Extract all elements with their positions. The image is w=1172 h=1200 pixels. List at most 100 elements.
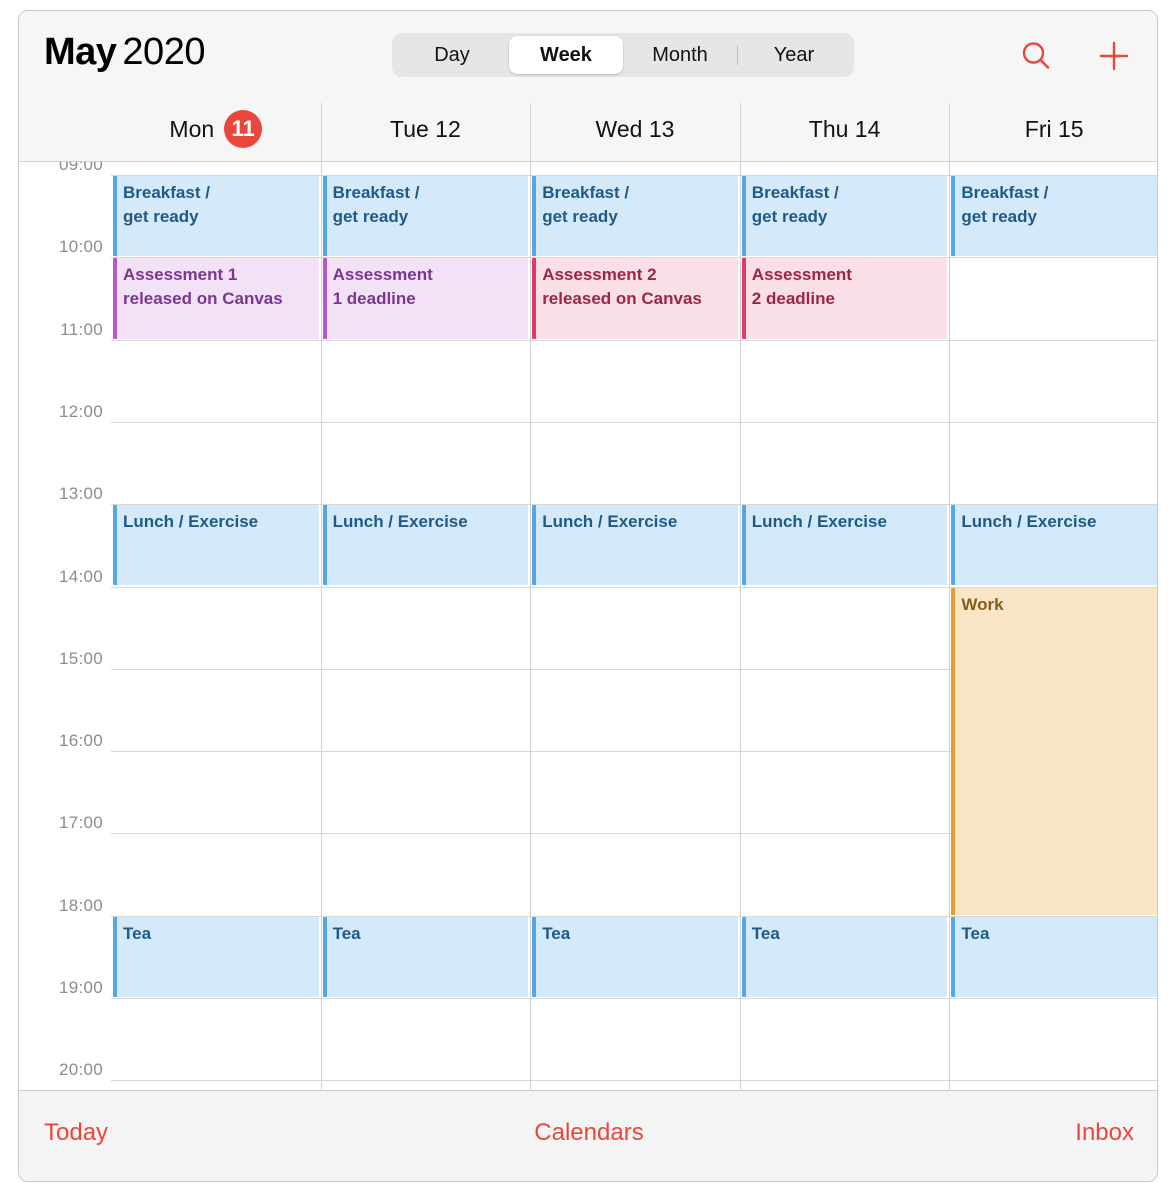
event-color-bar	[951, 505, 956, 586]
event-color-bar	[532, 176, 537, 257]
day-column-divider	[530, 162, 532, 1090]
view-segmented-control[interactable]: Day Week Month Year	[392, 33, 854, 77]
calendar-event[interactable]: Lunch / Exercise	[113, 505, 319, 586]
day-header-row: Mon 11 Tue 12 Wed 13 Thu 14 Fri 15	[19, 97, 1157, 162]
event-title: Lunch / Exercise	[961, 512, 1097, 532]
calendar-event[interactable]: Lunch / Exercise	[741, 505, 948, 586]
calendar-event[interactable]: Lunch / Exercise	[322, 505, 529, 586]
event-title: Assessment 2 deadline	[751, 265, 852, 309]
event-title: Breakfast / get ready	[961, 183, 1049, 227]
event-color-bar	[741, 176, 746, 257]
event-title: Tea	[332, 923, 361, 943]
event-title: Breakfast / get ready	[332, 183, 420, 227]
calendar-event[interactable]: Tea	[113, 916, 319, 997]
event-title: Lunch / Exercise	[332, 512, 468, 532]
day-header-label: Mon	[169, 115, 215, 142]
calendar-event[interactable]: Breakfast / get ready	[322, 176, 529, 257]
event-color-bar	[741, 505, 746, 586]
event-color-bar	[113, 916, 117, 997]
event-color-bar	[113, 505, 117, 586]
day-header-label: Tue 12	[390, 115, 461, 142]
calendar-event[interactable]: Breakfast / get ready	[532, 176, 738, 257]
hour-label: 14:00	[58, 566, 103, 586]
calendar-event[interactable]: Lunch / Exercise	[532, 505, 738, 586]
calendars-button[interactable]: Calendars	[19, 1119, 1157, 1147]
view-option-week[interactable]: Week	[509, 36, 623, 74]
event-title: Tea	[961, 923, 990, 943]
event-color-bar	[741, 916, 746, 997]
day-column-divider	[739, 162, 741, 1090]
day-header-wed[interactable]: Wed 13	[530, 97, 740, 161]
day-header-label: Fri 15	[1024, 115, 1084, 142]
day-column-divider	[530, 103, 532, 161]
event-color-bar	[951, 916, 956, 997]
view-option-year[interactable]: Year	[737, 36, 851, 74]
event-color-bar	[113, 258, 117, 339]
hour-gridline	[111, 339, 1157, 341]
day-header-mon[interactable]: Mon 11	[111, 97, 321, 161]
hour-label: 15:00	[58, 648, 103, 668]
event-title: Lunch / Exercise	[123, 512, 259, 532]
day-column-divider	[739, 103, 741, 161]
event-title: Assessment 1 released on Canvas	[123, 265, 283, 309]
event-color-bar	[951, 176, 956, 257]
inbox-button[interactable]: Inbox	[1075, 1119, 1134, 1147]
event-color-bar	[532, 258, 537, 339]
calendar-event[interactable]: Tea	[951, 916, 1157, 997]
calendar-event[interactable]: Tea	[322, 916, 529, 997]
hour-label: 19:00	[58, 978, 103, 997]
view-option-month[interactable]: Month	[623, 36, 738, 74]
hour-label: 09:00	[58, 162, 103, 174]
calendar-event[interactable]: Tea	[741, 916, 948, 997]
event-title: Tea	[542, 923, 571, 943]
event-title: Assessment 2 released on Canvas	[542, 265, 702, 309]
event-color-bar	[322, 258, 327, 339]
day-column-divider	[949, 103, 951, 161]
page-title: May 2020	[44, 31, 205, 74]
hour-label: 20:00	[58, 1060, 103, 1080]
calendar-event[interactable]: Tea	[532, 916, 738, 997]
calendar-event[interactable]: Breakfast / get ready	[741, 176, 948, 257]
calendar-event[interactable]: Breakfast / get ready	[951, 176, 1157, 257]
calendar-event[interactable]: Assessment 2 released on Canvas	[532, 258, 738, 339]
hour-label: 12:00	[58, 401, 103, 421]
add-event-button[interactable]	[1097, 39, 1131, 73]
event-title: Breakfast / get ready	[751, 183, 839, 227]
hour-label: 13:00	[58, 484, 103, 504]
day-header-fri[interactable]: Fri 15	[949, 97, 1157, 161]
day-header-tue[interactable]: Tue 12	[320, 97, 531, 161]
day-column-divider	[320, 103, 322, 161]
calendar-event[interactable]: Assessment 1 released on Canvas	[113, 258, 319, 339]
title-year: 2020	[122, 31, 205, 73]
bottom-toolbar: Today Calendars Inbox	[19, 1090, 1157, 1181]
event-color-bar	[951, 587, 956, 915]
hour-label: 11:00	[60, 319, 103, 339]
day-header-label: Wed 13	[595, 115, 675, 142]
week-grid: 09:00 10:00 11:00 12:00 13:00 14:00 15:00 16:00…	[19, 162, 1157, 1090]
calendar-event[interactable]: Work	[951, 587, 1157, 915]
event-color-bar	[532, 916, 537, 997]
day-header-thu[interactable]: Thu 14	[739, 97, 950, 161]
search-icon[interactable]	[1019, 39, 1053, 73]
event-title: Breakfast / get ready	[542, 183, 630, 227]
calendar-event[interactable]: Lunch / Exercise	[951, 505, 1157, 586]
event-title: Work	[961, 594, 1004, 614]
title-month: May	[44, 31, 117, 73]
view-option-day[interactable]: Day	[395, 36, 509, 74]
day-column-divider	[949, 162, 951, 1090]
hour-label: 18:00	[58, 895, 103, 915]
calendar-event[interactable]: Assessment 1 deadline	[322, 258, 529, 339]
calendar-window: May 2020 Day Week Month Year Mon 11 Tue 12 Wed …	[18, 10, 1158, 1182]
event-title: Tea	[123, 923, 152, 943]
event-color-bar	[741, 258, 746, 339]
day-header-label: Thu 14	[808, 115, 881, 142]
hour-label: 16:00	[58, 731, 103, 751]
day-column-divider	[320, 162, 322, 1090]
calendar-event[interactable]: Breakfast / get ready	[113, 176, 319, 257]
calendar-event[interactable]: Assessment 2 deadline	[741, 258, 948, 339]
event-title: Assessment 1 deadline	[332, 265, 433, 309]
today-date-badge: 11	[224, 110, 263, 148]
event-title: Tea	[751, 923, 780, 943]
event-color-bar	[322, 176, 327, 257]
top-toolbar: May 2020 Day Week Month Year	[19, 11, 1157, 97]
